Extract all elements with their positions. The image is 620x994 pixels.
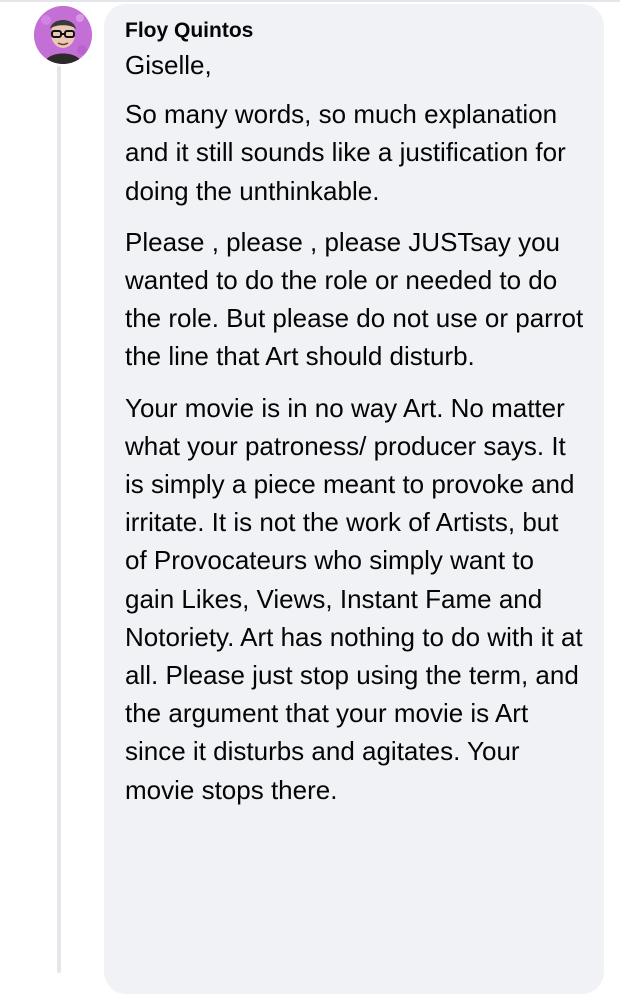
thread-line [57, 66, 61, 973]
comment-bubble: Floy Quintos Giselle, So many words, so … [104, 4, 604, 994]
comment-paragraph-1: So many words, so much explanation and i… [125, 99, 566, 206]
author-avatar[interactable] [34, 6, 92, 64]
comment-paragraph-2: Please , please , please JUSTsay you wan… [125, 226, 584, 372]
user-avatar-icon [34, 6, 92, 64]
comment-greeting: Giselle, [125, 50, 212, 80]
comment-paragraph-3: Your movie is in no way Art. No matter w… [125, 392, 583, 805]
comment-author[interactable]: Floy Quintos [125, 18, 584, 44]
top-divider [0, 0, 620, 2]
